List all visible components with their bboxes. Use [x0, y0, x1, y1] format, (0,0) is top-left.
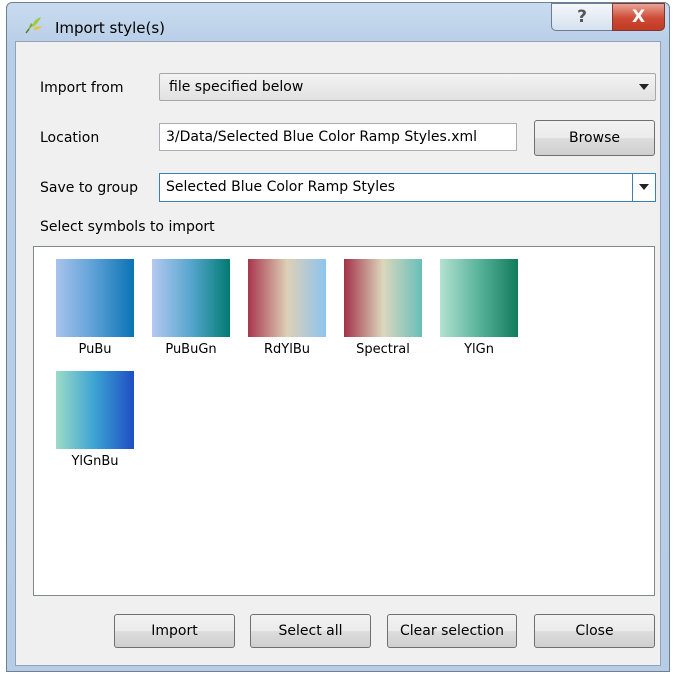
chevron-down-icon [639, 84, 649, 90]
location-input[interactable]: 3/Data/Selected Blue Color Ramp Styles.x… [159, 123, 517, 151]
close-button[interactable]: Close [534, 614, 655, 648]
import-button[interactable]: Import [114, 614, 235, 648]
close-icon: X [631, 7, 646, 27]
clear-selection-button[interactable]: Clear selection [387, 614, 517, 648]
import-from-select[interactable]: file specified below [159, 73, 656, 101]
combo-divider [632, 174, 633, 201]
symbol-label: RdYlBu [264, 342, 310, 357]
color-ramp-swatch [56, 259, 134, 337]
select-symbols-label: Select symbols to import [40, 219, 215, 235]
qgis-logo-icon [25, 17, 42, 34]
symbol-item[interactable]: Spectral [342, 259, 422, 369]
color-ramp-swatch [152, 259, 230, 337]
import-from-label: Import from [40, 80, 124, 96]
save-to-group-label: Save to group [40, 180, 138, 196]
import-from-value: file specified below [169, 79, 304, 95]
save-to-group-value: Selected Blue Color Ramp Styles [166, 179, 396, 195]
select-all-button-label: Select all [278, 623, 343, 639]
symbol-label: YlGnBu [71, 454, 119, 469]
select-all-button[interactable]: Select all [250, 614, 371, 648]
symbol-label: YlGn [464, 342, 494, 357]
symbol-label: PuBuGn [165, 342, 217, 357]
browse-button[interactable]: Browse [534, 120, 655, 156]
symbol-label: Spectral [356, 342, 410, 357]
import-button-label: Import [151, 623, 198, 639]
symbol-item[interactable]: PuBu [54, 259, 134, 369]
close-button-label: Close [575, 623, 614, 639]
window-close-button[interactable]: X [612, 3, 665, 31]
location-value: 3/Data/Selected Blue Color Ramp Styles.x… [166, 129, 478, 145]
browse-button-label: Browse [569, 130, 620, 146]
location-label: Location [40, 130, 100, 146]
symbol-label: PuBu [78, 342, 112, 357]
color-ramp-swatch [440, 259, 518, 337]
symbol-item[interactable]: YlGnBu [54, 371, 134, 481]
symbol-list[interactable]: PuBu PuBuGn RdYlBu Spectral YlGn YlGnBu [33, 246, 655, 596]
color-ramp-swatch [344, 259, 422, 337]
symbol-item[interactable]: RdYlBu [246, 259, 326, 369]
chevron-down-icon[interactable] [639, 184, 649, 190]
clear-selection-button-label: Clear selection [400, 623, 504, 639]
title-bar[interactable]: Import style(s) ? X [7, 3, 669, 41]
save-to-group-input[interactable]: Selected Blue Color Ramp Styles [159, 173, 656, 202]
color-ramp-swatch [248, 259, 326, 337]
help-icon: ? [577, 7, 587, 27]
window-title: Import style(s) [55, 19, 166, 37]
color-ramp-swatch [56, 371, 134, 449]
help-button[interactable]: ? [551, 3, 613, 31]
symbol-item[interactable]: YlGn [438, 259, 518, 369]
symbol-item[interactable]: PuBuGn [150, 259, 230, 369]
